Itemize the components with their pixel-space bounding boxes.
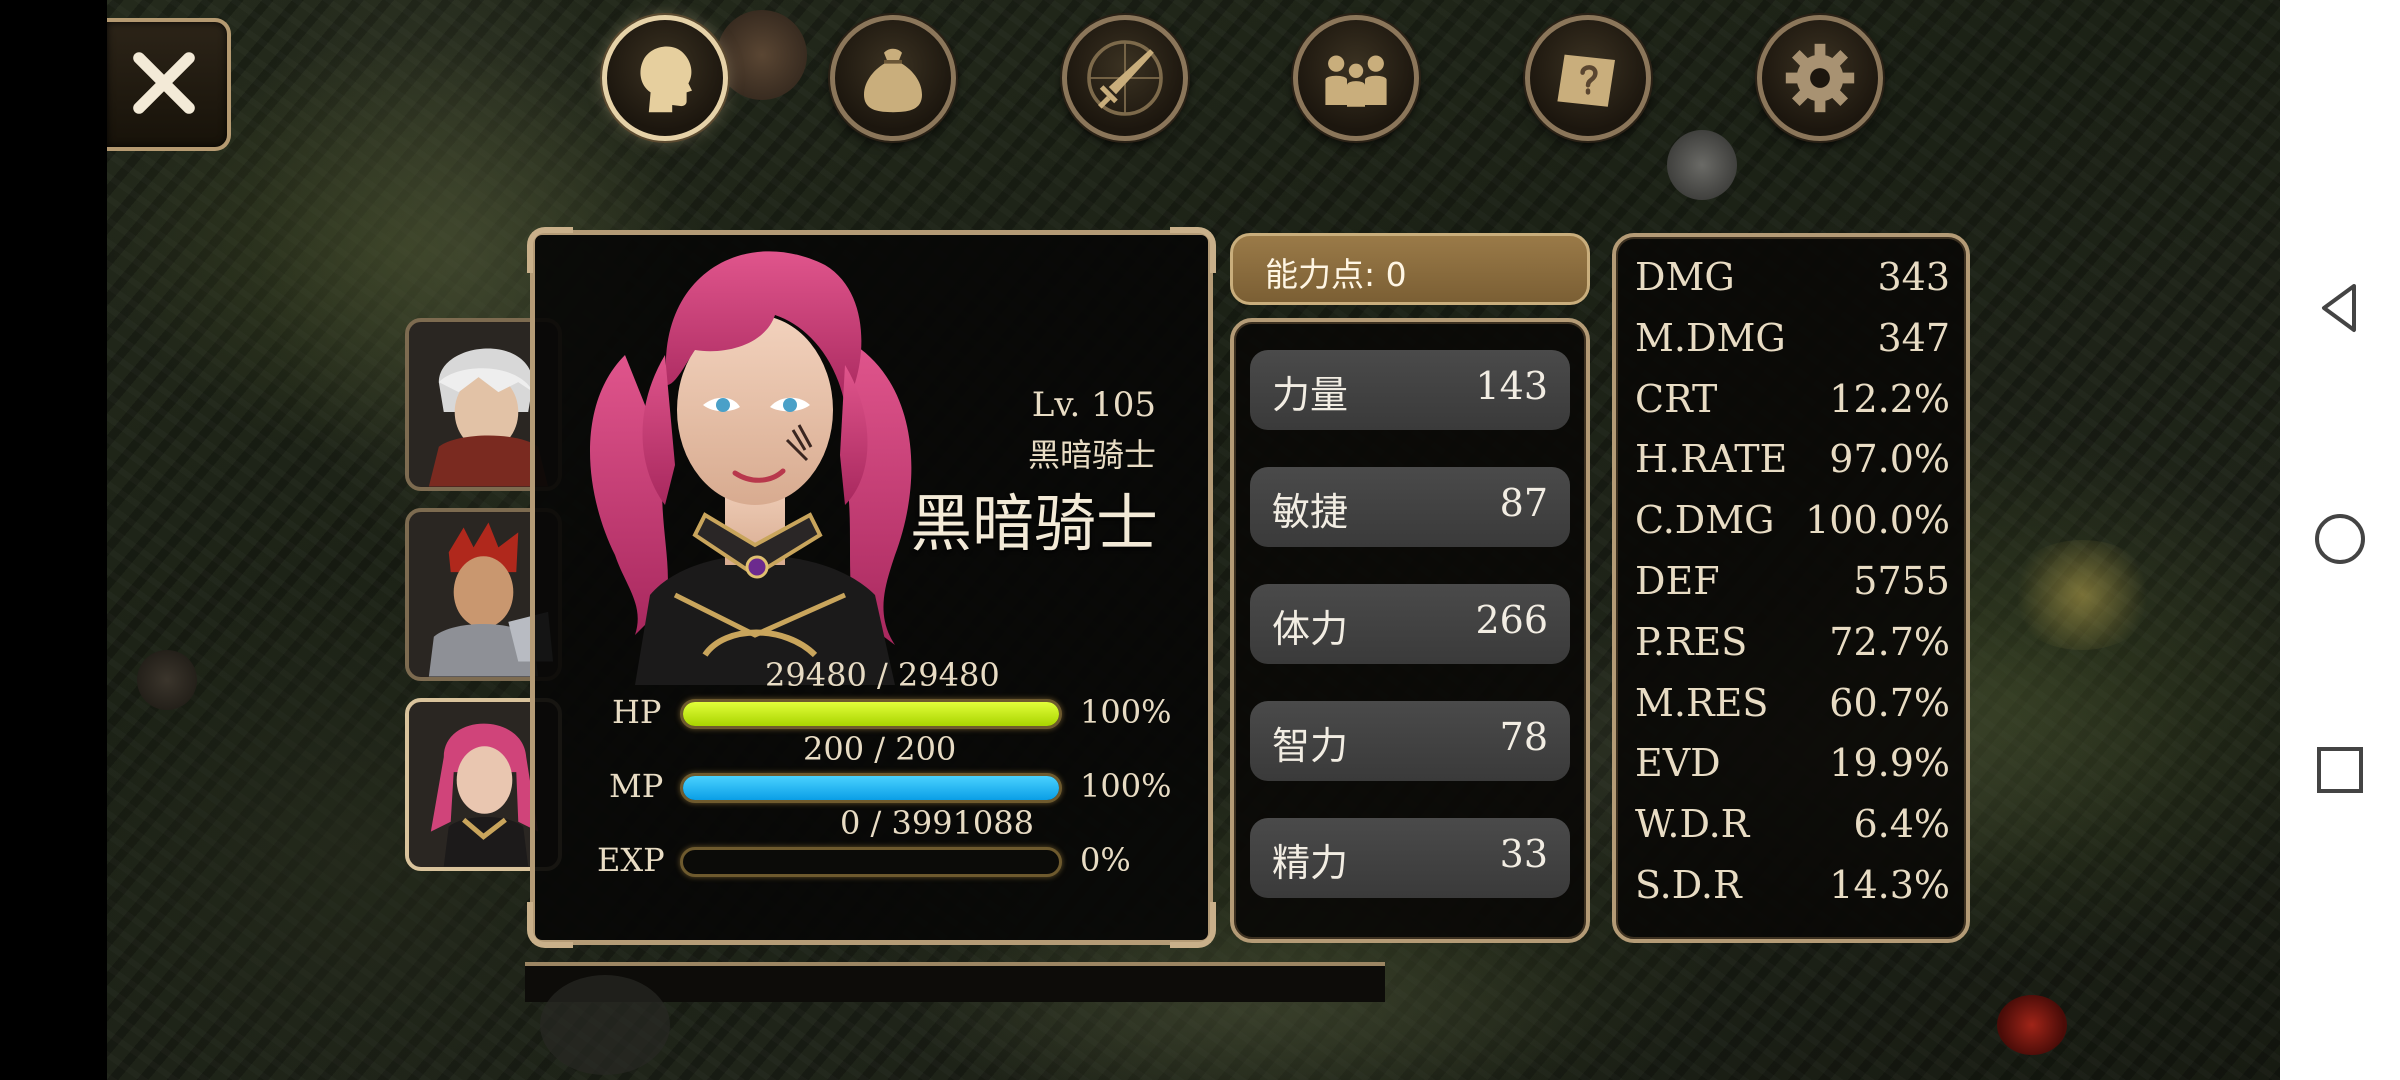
secondary-stat-name: DEF [1635, 559, 1720, 603]
secondary-stat-row: S.D.R 14.3% [1635, 863, 1950, 913]
frame-corner [1170, 227, 1216, 273]
secondary-stat-row: EVD 19.9% [1635, 741, 1950, 791]
secondary-stat-value: 72.7% [1829, 619, 1950, 664]
tree-stump [137, 650, 197, 710]
secondary-stat-name: M.DMG [1635, 315, 1786, 360]
hp-bar [680, 699, 1062, 729]
exp-value: 0 / 3991088 [840, 804, 1034, 842]
secondary-stat-row: M.DMG 347 [1635, 316, 1950, 366]
secondary-stat-value: 347 [1877, 315, 1950, 360]
home-icon[interactable] [2310, 509, 2370, 569]
tab-skills[interactable] [1062, 15, 1188, 141]
secondary-stat-value: 97.0% [1829, 437, 1950, 482]
stat-row: 体力 266 [1250, 584, 1570, 664]
mp-bar [680, 773, 1062, 803]
stat-row: 精力 33 [1250, 818, 1570, 898]
secondary-stat-value: 14.3% [1829, 863, 1950, 907]
hp-percent: 100% [1080, 693, 1172, 731]
gear-icon [1785, 43, 1855, 113]
secondary-stat-row: H.RATE 97.0% [1635, 437, 1950, 487]
secondary-stat-row: C.DMG 100.0% [1635, 498, 1950, 548]
tab-party[interactable] [1293, 15, 1419, 141]
ability-points-text: 能力点: 0 [1265, 255, 1407, 294]
secondary-stat-name: S.D.R [1635, 863, 1742, 907]
group-icon [1325, 55, 1387, 107]
stat-row: 智力 78 [1250, 701, 1570, 781]
mp-label: MP [609, 767, 664, 805]
bag-icon [864, 48, 922, 113]
stat-name: 力量 [1272, 373, 1349, 417]
secondary-stat-row: DMG 343 [1635, 255, 1950, 305]
flower-bush [2007, 540, 2157, 650]
system-navigation-bar [2280, 0, 2400, 1080]
frame-corner [1170, 902, 1216, 948]
tab-character[interactable] [602, 15, 728, 141]
secondary-stat-name: P.RES [1635, 619, 1748, 664]
tab-inventory[interactable] [830, 15, 956, 141]
stat-value: 33 [1499, 832, 1548, 876]
stat-value: 78 [1499, 715, 1548, 759]
joystick-base[interactable] [540, 975, 670, 1075]
secondary-stat-name: W.D.R [1635, 802, 1750, 847]
secondary-stat-value: 6.4% [1853, 802, 1950, 847]
tree-stump [717, 10, 807, 100]
recents-icon[interactable] [2310, 740, 2370, 800]
stat-name: 敏捷 [1272, 490, 1349, 534]
secondary-stat-value: 60.7% [1829, 680, 1950, 725]
secondary-stat-row: CRT 12.2% [1635, 377, 1950, 427]
character-class-title: 黑暗骑士 [909, 487, 1158, 560]
secondary-stat-row: DEF 5755 [1635, 559, 1950, 609]
red-mushroom [1997, 995, 2067, 1055]
stat-value: 143 [1475, 364, 1548, 408]
mp-bar-fill [683, 776, 1059, 800]
secondary-stat-row: P.RES 72.7% [1635, 620, 1950, 670]
stat-value: 87 [1499, 481, 1548, 525]
stat-name: 精力 [1272, 841, 1349, 885]
close-button[interactable] [107, 18, 231, 151]
secondary-stat-value: 343 [1877, 255, 1950, 299]
secondary-stat-value: 12.2% [1829, 376, 1950, 421]
back-icon[interactable] [2310, 278, 2370, 338]
hp-label: HP [612, 693, 662, 731]
stat-value: 266 [1475, 598, 1548, 642]
rock [1667, 130, 1737, 200]
ability-points-badge: 能力点: 0 [1230, 233, 1590, 305]
stat-name: 智力 [1272, 724, 1349, 768]
secondary-stat-row: W.D.R 6.4% [1635, 802, 1950, 852]
mp-value: 200 / 200 [803, 730, 957, 768]
close-icon [133, 52, 195, 114]
stat-row: 敏捷 87 [1250, 467, 1570, 547]
stat-name: 体力 [1272, 607, 1349, 651]
secondary-stat-value: 100.0% [1805, 498, 1950, 543]
secondary-stat-name: C.DMG [1635, 498, 1775, 543]
character-portrait [590, 251, 912, 685]
secondary-stat-value: 5755 [1853, 559, 1950, 603]
head-icon [640, 46, 692, 113]
exp-percent: 0% [1080, 841, 1131, 879]
mp-percent: 100% [1080, 767, 1172, 805]
exp-label: EXP [597, 841, 665, 879]
hp-bar-fill [683, 702, 1059, 726]
secondary-stat-name: H.RATE [1635, 437, 1788, 482]
hp-value: 29480 / 29480 [765, 656, 1000, 694]
secondary-stat-name: EVD [1635, 741, 1721, 786]
exp-bar [680, 847, 1062, 877]
tab-quests[interactable] [1525, 15, 1651, 141]
secondary-stat-row: M.RES 60.7% [1635, 681, 1950, 731]
character-class-small: 黑暗骑士 [1027, 436, 1156, 474]
secondary-stat-name: M.RES [1635, 680, 1769, 725]
stat-row: 力量 143 [1250, 350, 1570, 430]
secondary-stat-name: DMG [1635, 255, 1735, 299]
secondary-stat-name: CRT [1635, 376, 1718, 421]
secondary-stat-value: 19.9% [1829, 741, 1950, 786]
frame-corner [527, 902, 573, 948]
tab-settings[interactable] [1757, 15, 1883, 141]
character-level: Lv. 105 [1031, 385, 1156, 425]
scroll-icon [1557, 54, 1615, 107]
sword-icon [1087, 40, 1163, 116]
